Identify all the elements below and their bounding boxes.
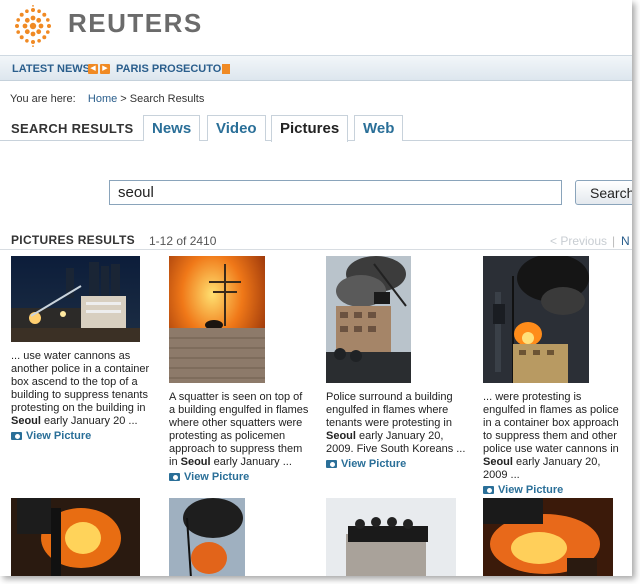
caption-text: ... use water cannons as another police … — [11, 350, 150, 414]
result-caption: ... use water cannons as another police … — [11, 350, 151, 428]
picture-result: Police surround a building engulfed in f… — [326, 256, 466, 470]
result-thumbnail[interactable] — [169, 498, 245, 576]
site-header: REUTERS — [0, 0, 632, 52]
view-picture-link[interactable]: View Picture — [483, 484, 623, 496]
ticker-arrows: ◀ ▶ — [88, 64, 110, 74]
result-thumbnail[interactable] — [326, 498, 456, 576]
pager-separator: | — [612, 234, 616, 248]
caption-text: early January 20 ... — [40, 415, 138, 427]
result-thumbnail[interactable] — [11, 256, 140, 342]
previous-page-link[interactable]: < Previous — [550, 234, 607, 248]
camera-icon — [11, 432, 22, 440]
pictures-results-bar: PICTURES RESULTS 1-12 of 2410 < Previous… — [0, 232, 632, 250]
tab-news[interactable]: News — [143, 115, 201, 141]
view-picture-label: View Picture — [26, 430, 92, 442]
view-picture-link[interactable]: View Picture — [11, 430, 151, 442]
result-thumbnail[interactable] — [483, 498, 613, 576]
latest-news-label: LATEST NEWS — [12, 63, 91, 75]
result-thumbnail[interactable] — [483, 256, 589, 383]
pictures-results-heading: PICTURES RESULTS — [11, 233, 135, 247]
caption-text: ... were protesting is engulfed in flame… — [483, 391, 619, 455]
picture-result: ... use water cannons as another police … — [11, 256, 151, 442]
result-thumbnail[interactable] — [11, 498, 140, 576]
ticker-prev-icon[interactable]: ◀ — [88, 64, 98, 74]
breadcrumb-home-link[interactable]: Home — [88, 93, 117, 105]
search-button[interactable]: Search — [575, 180, 632, 205]
result-caption: ... were protesting is engulfed in flame… — [483, 391, 623, 482]
tab-video[interactable]: Video — [207, 115, 266, 141]
search-tabs: SEARCH RESULTS News Video Pictures Web — [0, 114, 632, 142]
caption-text: early January ... — [210, 456, 292, 468]
picture-result: A squatter is seen on top of a building … — [169, 256, 309, 483]
browser-page: REUTERS LATEST NEWS ◀ ▶ PARIS PROSECUTOR… — [0, 0, 632, 576]
view-picture-link[interactable]: View Picture — [326, 458, 466, 470]
view-picture-label: View Picture — [341, 458, 407, 470]
caption-text: Police surround a building engulfed in f… — [326, 391, 453, 429]
view-picture-link[interactable]: View Picture — [169, 471, 309, 483]
breadcrumb-prefix: You are here: — [10, 93, 76, 105]
result-thumbnail[interactable] — [169, 256, 265, 383]
ticker-headline[interactable]: PARIS PROSECUTOR — [116, 63, 229, 75]
results-count: 1-12 of 2410 — [149, 234, 217, 248]
ticker-marker-icon — [222, 64, 230, 74]
ticker-next-icon[interactable]: ▶ — [100, 64, 110, 74]
view-picture-label: View Picture — [184, 471, 250, 483]
caption-keyword: Seoul — [11, 415, 41, 427]
search-input[interactable] — [109, 180, 562, 205]
latest-news-ticker: LATEST NEWS ◀ ▶ PARIS PROSECUTOR — [0, 55, 632, 81]
breadcrumb: You are here: Home > Search Results — [10, 93, 204, 105]
camera-icon — [169, 473, 180, 481]
next-page-link[interactable]: N — [621, 234, 630, 248]
caption-keyword: Seoul — [180, 456, 211, 468]
caption-keyword: Seoul — [326, 430, 356, 442]
breadcrumb-current: > Search Results — [120, 93, 205, 105]
search-results-heading: SEARCH RESULTS — [11, 121, 134, 136]
result-thumbnail[interactable] — [326, 256, 411, 383]
tab-pictures[interactable]: Pictures — [271, 115, 349, 142]
reuters-logo-icon[interactable] — [12, 5, 54, 47]
result-caption: Police surround a building engulfed in f… — [326, 391, 466, 456]
caption-keyword: Seoul — [483, 456, 513, 468]
tab-web[interactable]: Web — [354, 115, 404, 141]
picture-result: ... were protesting is engulfed in flame… — [483, 256, 623, 496]
camera-icon — [326, 460, 337, 468]
result-caption: A squatter is seen on top of a building … — [169, 391, 309, 469]
camera-icon — [483, 486, 494, 494]
view-picture-label: View Picture — [498, 484, 564, 496]
brand-wordmark[interactable]: REUTERS — [68, 8, 203, 39]
